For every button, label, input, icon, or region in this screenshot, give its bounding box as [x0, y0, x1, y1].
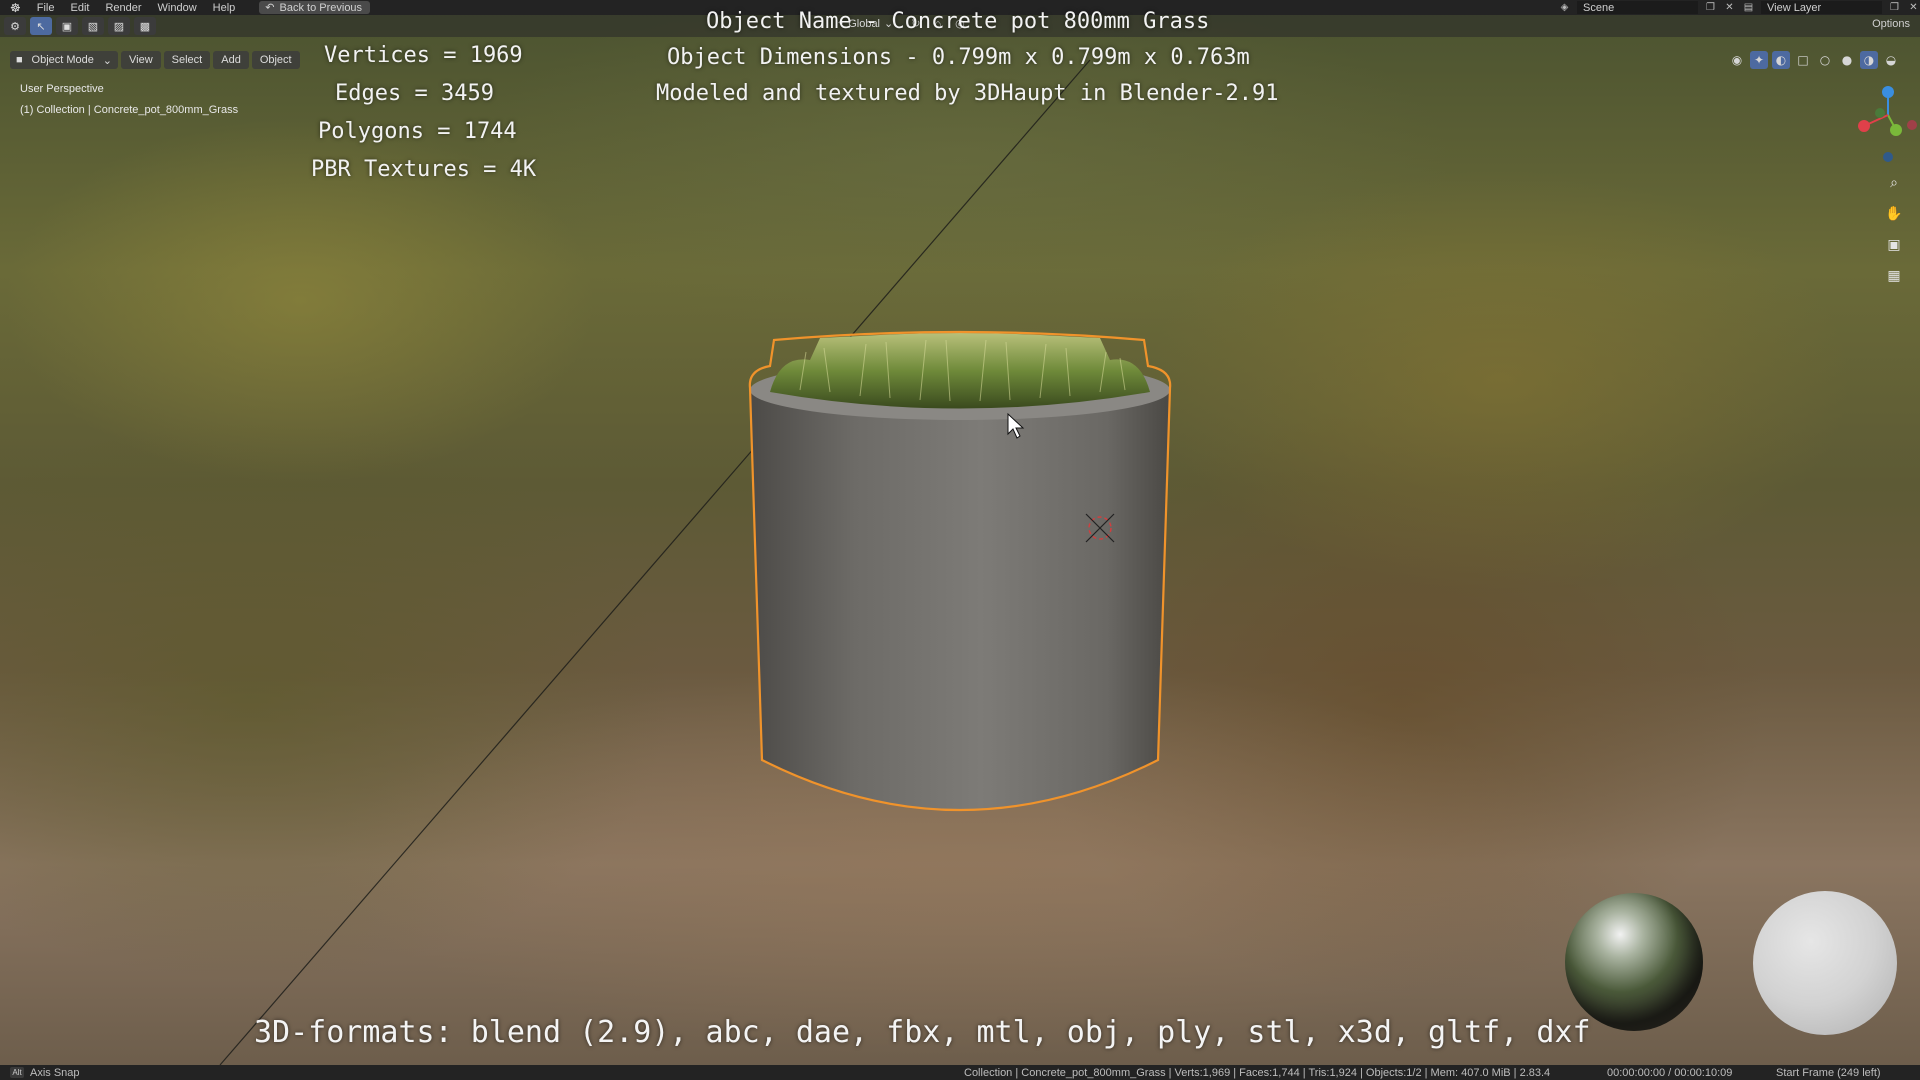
scene-icon[interactable]: ◈ — [1558, 1, 1571, 14]
edges-count: Edges = 3459 — [335, 81, 494, 106]
viewport-shading-controls: ◉ ✦ ◐ □ ○ ● ◑ ◒ — [1728, 51, 1900, 69]
scene-label: Scene — [1583, 1, 1615, 14]
options-dropdown[interactable]: Options — [1872, 18, 1910, 30]
menu-file[interactable]: File — [37, 2, 55, 14]
vertices-count: Vertices = 1969 — [324, 43, 523, 68]
hdri-diffuse-sphere — [1753, 891, 1897, 1035]
polygons-count: Polygons = 1744 — [318, 119, 517, 144]
status-axis-snap: Axis Snap — [30, 1066, 80, 1079]
visibility-icon[interactable]: ◉ — [1728, 51, 1746, 69]
viewport-header: ■ Object Mode ⌄ View Select Add Object — [10, 51, 300, 69]
close-scene-icon[interactable]: ✕ — [1723, 1, 1736, 14]
add-menu[interactable]: Add — [213, 51, 249, 69]
hdri-reflection-sphere — [1565, 893, 1703, 1031]
status-scene-stats: Collection | Concrete_pot_800mm_Grass | … — [964, 1066, 1551, 1079]
viewport-collection-label: (1) Collection | Concrete_pot_800mm_Gras… — [20, 104, 239, 116]
view-menu[interactable]: View — [121, 51, 161, 69]
rendered-shading-icon[interactable]: ◒ — [1882, 51, 1900, 69]
select-extend-mode-icon[interactable]: ▧ — [82, 17, 104, 35]
object-mode-label: Object Mode — [31, 54, 94, 66]
ortho-grid-icon[interactable]: ▦ — [1882, 264, 1906, 288]
status-start-frame: Start Frame (249 left) — [1776, 1066, 1881, 1079]
zoom-icon[interactable]: ⌕ — [1882, 171, 1906, 195]
menu-edit[interactable]: Edit — [71, 2, 90, 14]
select-menu[interactable]: Select — [163, 51, 211, 69]
back-icon: ↶ — [265, 2, 275, 14]
scene-field[interactable]: Scene — [1577, 1, 1698, 14]
chevron-down-icon: ⌄ — [102, 54, 112, 67]
gizmo-toggle-icon[interactable]: ✦ — [1750, 51, 1768, 69]
viewport-perspective-label: User Perspective — [20, 83, 104, 95]
scene-selectors: ◈ Scene ❐ ✕ ▤ View Layer ❐ ✕ — [1558, 0, 1920, 15]
solid-shading-icon[interactable]: ● — [1838, 51, 1856, 69]
blender-logo-icon[interactable]: ☸ — [10, 1, 21, 15]
overlay-toggle-icon[interactable]: ◐ — [1772, 51, 1790, 69]
formats-list: 3D-formats: blend (2.9), abc, dae, fbx, … — [254, 1015, 1591, 1050]
object-name-title: Object Name - Concrete pot 800mm Grass — [706, 9, 1210, 34]
object-menu[interactable]: Object — [251, 51, 300, 69]
xray-toggle-icon[interactable]: □ — [1794, 51, 1812, 69]
navigation-gizmo[interactable] — [1840, 80, 1920, 170]
menu-window[interactable]: Window — [158, 2, 197, 14]
camera-view-icon[interactable]: ▣ — [1882, 233, 1906, 257]
back-to-previous-label: Back to Previous — [279, 1, 363, 14]
concrete-pot-object[interactable] — [740, 330, 1180, 830]
menu-render[interactable]: Render — [105, 2, 141, 14]
modeled-by-credit: Modeled and textured by 3DHaupt in Blend… — [656, 81, 1279, 106]
select-subtract-mode-icon[interactable]: ▨ — [108, 17, 130, 35]
new-scene-icon[interactable]: ❐ — [1704, 1, 1717, 14]
editor-type-button[interactable]: ⚙ — [4, 17, 26, 35]
object-mode-icon: ■ — [16, 54, 23, 66]
select-invert-mode-icon[interactable]: ▩ — [134, 17, 156, 35]
pan-hand-icon[interactable]: ✋ — [1882, 202, 1906, 226]
view-layer-label: View Layer — [1767, 1, 1822, 14]
menu-help[interactable]: Help — [213, 2, 236, 14]
view-layer-icon[interactable]: ▤ — [1742, 1, 1755, 14]
pbr-textures-info: PBR Textures = 4K — [311, 157, 537, 182]
back-to-previous-button[interactable]: ↶ Back to Previous — [259, 1, 371, 14]
material-preview-shading-icon[interactable]: ◑ — [1860, 51, 1878, 69]
close-view-layer-icon[interactable]: ✕ — [1907, 1, 1920, 14]
object-mode-dropdown[interactable]: ■ Object Mode ⌄ — [10, 51, 118, 69]
view-layer-field[interactable]: View Layer — [1761, 1, 1882, 14]
object-dimensions: Object Dimensions - 0.799m x 0.799m x 0.… — [667, 45, 1250, 70]
select-box-mode-icon[interactable]: ▣ — [56, 17, 78, 35]
status-timecode: 00:00:00:00 / 00:00:10:09 — [1607, 1066, 1733, 1079]
new-view-layer-icon[interactable]: ❐ — [1888, 1, 1901, 14]
select-tool-button[interactable]: ↖ — [30, 17, 52, 35]
wireframe-shading-icon[interactable]: ○ — [1816, 51, 1834, 69]
status-bar: Alt Axis Snap Collection | Concrete_pot_… — [0, 1065, 1920, 1080]
alt-key-icon: Alt — [10, 1067, 24, 1078]
